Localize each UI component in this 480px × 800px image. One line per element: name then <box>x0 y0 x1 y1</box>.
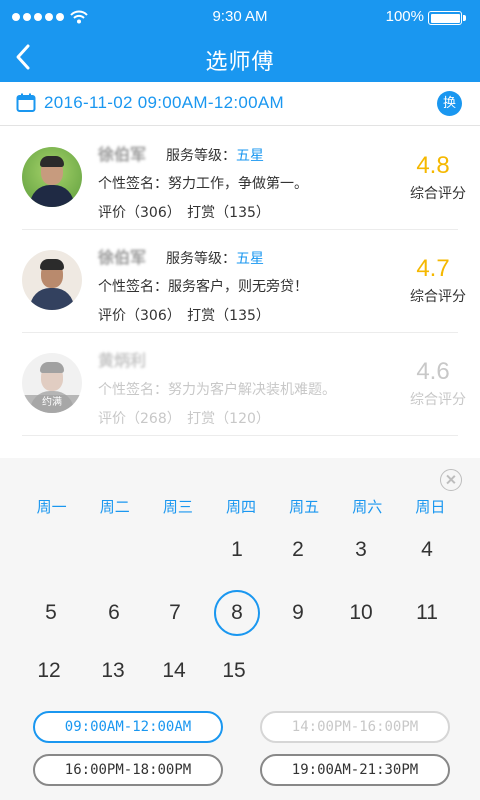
calendar-day[interactable]: 13 <box>90 648 136 694</box>
calendar-icon <box>16 93 36 112</box>
worker-item[interactable]: 徐伯军 服务等级：五星 个性签名：服务客户，则无旁贷！ 评价（306） 打赏（1… <box>22 230 466 333</box>
calendar-day[interactable]: 2 <box>275 527 321 573</box>
calendar-day[interactable]: 9 <box>275 590 321 636</box>
signature: 个性签名：服务客户，则无旁贷！ <box>98 279 308 295</box>
weekday-label: 周三 <box>162 498 193 516</box>
weekday-label: 周日 <box>415 498 446 516</box>
worker-name: 徐伯军 <box>98 248 147 267</box>
page-title: 选师傅 <box>205 50 275 75</box>
time-slot[interactable]: 16:00PM-18:00PM <box>33 754 223 786</box>
time-slot-selected[interactable]: 09:00AM-12:00AM <box>33 711 223 743</box>
service-level: 服务等级：五星 <box>166 248 264 268</box>
service-level-value: 五星 <box>236 251 264 267</box>
time-slot[interactable]: 19:00AM-21:30PM <box>260 754 450 786</box>
rating-score: 4.6 <box>416 358 450 385</box>
avatar <box>22 147 82 207</box>
status-bar: 9:30 AM 100% <box>0 0 480 36</box>
weekday-label: 周四 <box>225 498 256 516</box>
worker-item[interactable]: 徐伯军 服务等级：五星 个性签名：努力工作，争做第一。 评价（306） 打赏（1… <box>22 127 466 230</box>
weekday-label: 周六 <box>352 498 383 516</box>
weekday-label: 周二 <box>99 498 130 516</box>
weekday-header: 周一 周二 周三 周四 周五 周六 周日 <box>20 496 462 517</box>
rating-label: 综合评分 <box>410 186 466 202</box>
date-picker-panel: 周一 周二 周三 周四 周五 周六 周日 1 2 3 4 5 6 7 8 9 1… <box>0 458 480 800</box>
calendar-day-selected[interactable]: 8 <box>214 590 260 636</box>
worker-item-full: 约满 黄炳利 个性签名：努力为客户解决装机难题。 评价（268） 打赏（120）… <box>22 333 466 436</box>
fully-booked-badge: 约满 <box>22 395 82 413</box>
calendar-day[interactable]: 1 <box>214 527 260 573</box>
service-level-value: 五星 <box>236 148 264 164</box>
service-level: 服务等级：五星 <box>166 145 264 165</box>
swap-button[interactable]: 换 <box>437 91 462 116</box>
calendar-day[interactable]: 12 <box>26 648 72 694</box>
calendar-day[interactable]: 15 <box>211 648 257 694</box>
battery-percent: 100% <box>385 8 424 25</box>
avatar <box>22 250 82 310</box>
top-bar: 9:30 AM 100% 选师傅 <box>0 0 480 82</box>
calendar-day[interactable]: 4 <box>404 527 450 573</box>
calendar-day[interactable]: 10 <box>338 590 384 636</box>
date-bar: 2016-11-02 09:00AM-12:00AM 换 <box>0 82 480 126</box>
calendar-day[interactable]: 5 <box>28 590 74 636</box>
close-icon[interactable] <box>440 469 462 491</box>
weekday-label: 周五 <box>289 498 320 516</box>
worker-name: 黄炳利 <box>98 351 147 370</box>
service-level-label: 服务等级： <box>166 251 236 267</box>
avatar: 约满 <box>22 353 82 413</box>
rating-score: 4.7 <box>416 255 450 282</box>
calendar-day[interactable]: 3 <box>338 527 384 573</box>
rating-label: 综合评分 <box>410 289 466 305</box>
rating-score: 4.8 <box>416 152 450 179</box>
review-stats: 评价（306） 打赏（135） <box>98 308 270 324</box>
signature: 个性签名：努力为客户解决装机难题。 <box>98 382 336 398</box>
calendar-day[interactable]: 7 <box>152 590 198 636</box>
calendar-day[interactable]: 11 <box>404 590 450 636</box>
battery-icon <box>428 11 466 25</box>
calendar-day[interactable]: 6 <box>91 590 137 636</box>
worker-name: 徐伯军 <box>98 145 147 164</box>
selected-date-time: 2016-11-02 09:00AM-12:00AM <box>44 93 284 112</box>
signature: 个性签名：努力工作，争做第一。 <box>98 176 308 192</box>
review-stats: 评价（306） 打赏（135） <box>98 205 270 221</box>
rating-label: 综合评分 <box>410 392 466 408</box>
review-stats: 评价（268） 打赏（120） <box>98 411 270 427</box>
worker-list: 徐伯军 服务等级：五星 个性签名：努力工作，争做第一。 评价（306） 打赏（1… <box>0 127 480 436</box>
weekday-label: 周一 <box>36 498 67 516</box>
calendar-day[interactable]: 14 <box>151 648 197 694</box>
service-level-label: 服务等级： <box>166 148 236 164</box>
time-slot-disabled: 14:00PM-16:00PM <box>260 711 450 743</box>
